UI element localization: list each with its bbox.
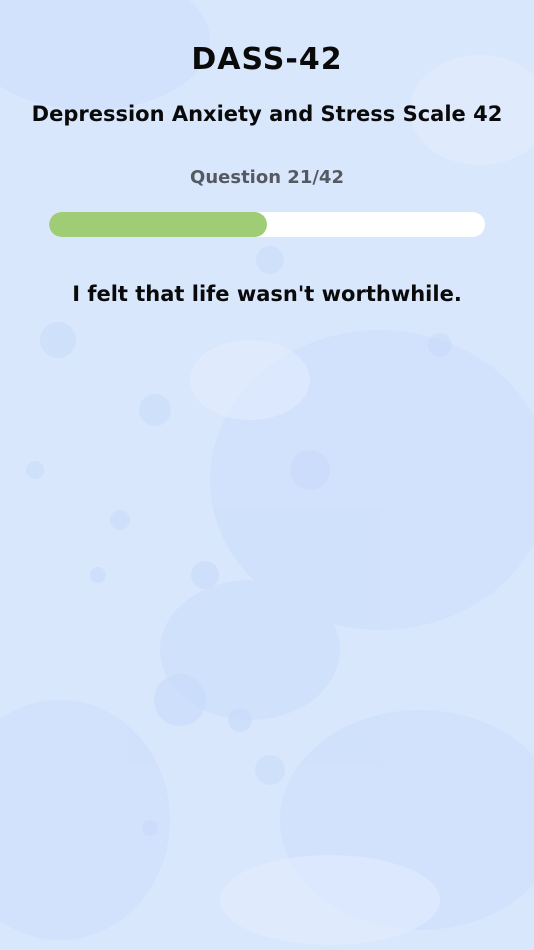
app-subtitle: Depression Anxiety and Stress Scale 42 [31,102,503,126]
progress-bar-fill [49,212,267,237]
question-counter: Question 21/42 [190,167,344,188]
question-text: I felt that life wasn't worthwhile. [72,282,462,306]
progress-bar [49,212,485,237]
app-title: DASS-42 [191,42,343,77]
quiz-screen: DASS-42 Depression Anxiety and Stress Sc… [0,0,534,950]
